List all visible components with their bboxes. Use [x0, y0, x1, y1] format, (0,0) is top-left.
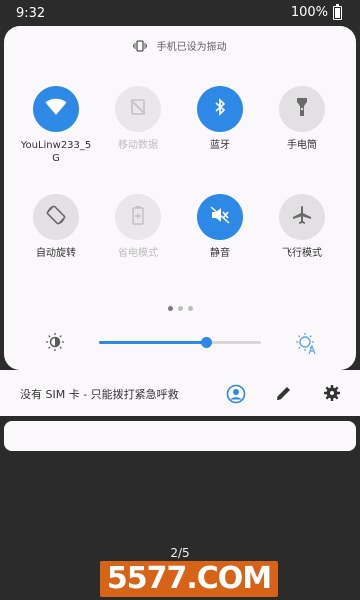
- tile-battery-saver[interactable]: 省电模式: [98, 194, 178, 260]
- brightness-control: [4, 326, 356, 360]
- carrier-text: 没有 SIM 卡 - 只能拨打紧急呼救电话: [20, 388, 180, 401]
- ringer-status-text: 手机已设为振动: [156, 42, 227, 53]
- tile-mobile-data-toggle[interactable]: [115, 86, 161, 132]
- watermark-logo: 5577.COM: [100, 561, 278, 597]
- tile-mobile-data-label: 移动数据: [118, 140, 158, 151]
- tile-bluetooth[interactable]: 蓝牙: [180, 86, 260, 152]
- tile-mute[interactable]: 静音: [180, 194, 260, 260]
- page-dots: [4, 306, 356, 311]
- tile-flashlight[interactable]: 手电筒: [262, 86, 342, 152]
- page-dot: [177, 306, 183, 311]
- tile-wifi-label: YouLinw233_5 G: [20, 140, 92, 164]
- settings-gear-icon[interactable]: [323, 384, 341, 406]
- battery-indicator: 100%: [290, 3, 342, 20]
- auto-rotate-icon: [45, 204, 67, 230]
- tile-bluetooth-label: 蓝牙: [210, 140, 230, 151]
- tile-mobile-data[interactable]: 移动数据: [98, 86, 178, 152]
- status-bar: 9:32 100%: [0, 0, 360, 26]
- tile-airplane[interactable]: 飞行模式: [262, 194, 342, 260]
- tile-flashlight-label: 手电筒: [287, 140, 317, 151]
- user-icon[interactable]: [226, 384, 246, 408]
- flashlight-icon: [296, 97, 308, 121]
- screenshot-page-indicator: 2/5: [170, 546, 190, 560]
- page-dot: [167, 306, 173, 311]
- tile-wifi-toggle[interactable]: [33, 86, 79, 132]
- tile-mute-label: 静音: [210, 248, 230, 259]
- tile-airplane-toggle[interactable]: [279, 194, 325, 240]
- tile-flashlight-toggle[interactable]: [279, 86, 325, 132]
- ringer-status: 手机已设为振动: [4, 38, 356, 55]
- mobile-data-off-icon: [129, 98, 147, 120]
- vibrate-icon: [133, 39, 148, 55]
- tile-mute-toggle[interactable]: [197, 194, 243, 240]
- tile-auto-rotate[interactable]: 自动旋转: [16, 194, 96, 260]
- edit-icon[interactable]: [275, 384, 293, 406]
- tile-wifi[interactable]: YouLinw233_5 G: [16, 86, 96, 165]
- wifi-icon: [45, 98, 67, 120]
- notification-card[interactable]: [4, 421, 356, 451]
- brightness-slider-fill: [99, 341, 206, 344]
- bluetooth-icon: [213, 98, 227, 120]
- tile-battery-saver-label: 省电模式: [118, 248, 158, 259]
- tile-auto-rotate-label: 自动旋转: [36, 248, 76, 259]
- tile-airplane-label: 飞行模式: [282, 248, 322, 259]
- quick-settings-footer: 没有 SIM 卡 - 只能拨打紧急呼救电话: [0, 370, 360, 416]
- auto-brightness-icon[interactable]: [294, 331, 318, 359]
- page-dot: [187, 306, 193, 311]
- brightness-slider[interactable]: [99, 337, 261, 348]
- clock: 9:32: [16, 6, 46, 21]
- battery-percent: 100%: [290, 5, 328, 20]
- tile-auto-rotate-toggle[interactable]: [33, 194, 79, 240]
- battery-icon: [333, 3, 342, 20]
- tile-battery-saver-toggle[interactable]: [115, 194, 161, 240]
- brightness-low-icon: [45, 332, 65, 356]
- airplane-icon: [292, 205, 312, 229]
- mute-icon: [210, 206, 230, 228]
- battery-saver-icon: [132, 205, 144, 229]
- quick-settings-panel: 手机已设为振动 YouLinw233_5 G 移动数据 蓝牙 手电筒 自动旋转 …: [4, 26, 356, 370]
- brightness-slider-handle[interactable]: [200, 337, 212, 348]
- tile-bluetooth-toggle[interactable]: [197, 86, 243, 132]
